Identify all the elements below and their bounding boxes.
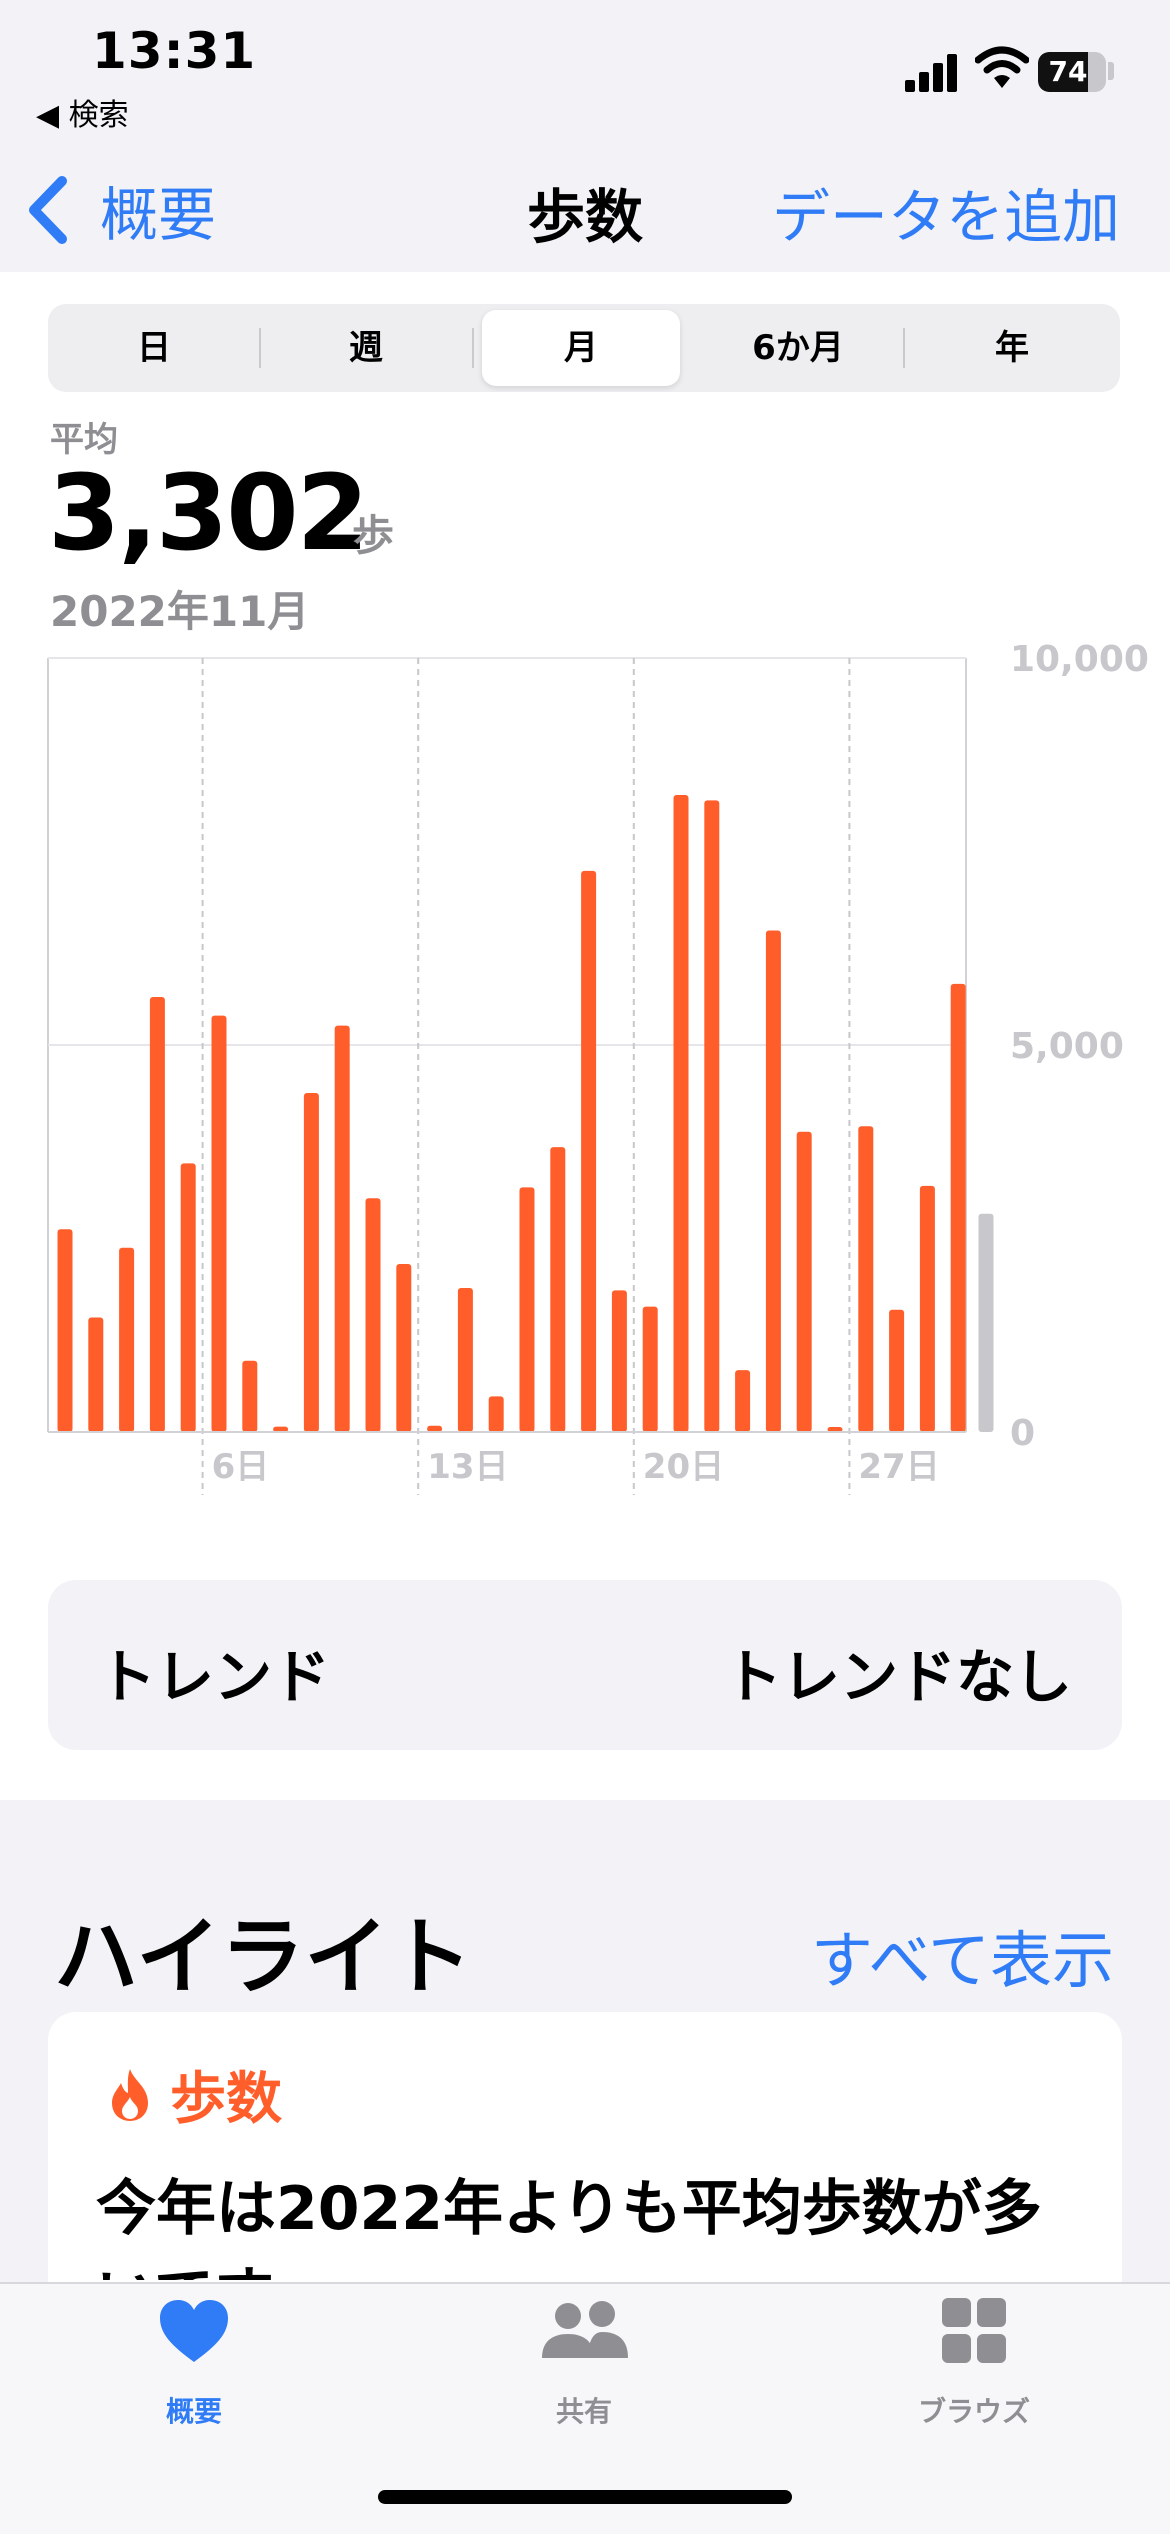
chart-x-tick-label: 6日 <box>212 1447 270 1487</box>
chart-bar <box>242 1360 258 1432</box>
tab-sharing-label: 共有 <box>555 2395 612 2428</box>
status-time: 13:31 <box>92 22 257 80</box>
show-all-button[interactable]: すべて表示 <box>811 1910 1114 2000</box>
chart-y-tick-label: 0 <box>1010 1413 1035 1454</box>
navigation-bar: 概要 歩数 データを追加 <box>0 140 1170 272</box>
grid-icon <box>942 2298 1006 2363</box>
highlight-text: 今年は2022年よりも平均歩数が多いです <box>96 2174 1042 2280</box>
average-unit: 歩 <box>352 511 395 560</box>
flame-icon <box>112 2068 148 2121</box>
chart-bar <box>119 1247 135 1432</box>
battery-level: 74 <box>1048 55 1088 88</box>
chart-bar <box>611 1290 627 1432</box>
chart-bar <box>581 870 597 1432</box>
chart-x-tick-label: 20日 <box>643 1447 724 1487</box>
tab-summary-label: 概要 <box>165 2395 222 2428</box>
time-range-segmented-control: 日 週 月 6か月 年 <box>48 304 1120 392</box>
chart-y-tick-label: 10,000 <box>1010 640 1149 680</box>
chart-x-tick-label: 27日 <box>858 1447 939 1487</box>
chart-bar <box>180 1163 196 1432</box>
average-value: 3,302 <box>48 452 369 574</box>
chart-bar <box>858 1126 874 1432</box>
chart-bar <box>365 1198 381 1432</box>
segment-day[interactable]: 日 <box>54 310 254 386</box>
chart-bar <box>765 930 781 1432</box>
chart-bar <box>211 1015 227 1432</box>
chart-bar <box>88 1317 104 1432</box>
segment-six-months[interactable]: 6か月 <box>698 310 898 386</box>
people-icon <box>542 2301 628 2358</box>
wifi-icon <box>975 46 1029 88</box>
trend-label: トレンド <box>98 1643 331 1711</box>
cellular-signal-icon <box>905 50 961 92</box>
chart-bar <box>303 1092 319 1432</box>
chart-bar <box>950 983 966 1432</box>
chart-svg[interactable]: 10,000 5,000 0 6日 13日 20日 27日 <box>0 640 1170 1520</box>
home-indicator <box>378 2490 792 2504</box>
chart-bar-partial <box>978 1213 994 1432</box>
chart-bar <box>550 1147 566 1432</box>
back-to-app-link[interactable]: ◀ 検索 <box>36 90 129 134</box>
chart-bar <box>704 800 720 1432</box>
chart-bar <box>457 1288 473 1432</box>
heart-icon <box>160 2300 228 2362</box>
chart-bar <box>673 794 689 1432</box>
chart-y-tick-label: 5,000 <box>1010 1026 1124 1067</box>
chart-bar <box>334 1025 350 1432</box>
add-data-button[interactable]: データを追加 <box>772 170 1120 254</box>
highlight-category: 歩数 <box>108 2054 282 2135</box>
segment-divider <box>903 328 905 368</box>
segment-divider <box>259 328 261 368</box>
segment-month[interactable]: 月 <box>482 310 680 386</box>
chart-x-tick-label: 13日 <box>427 1447 508 1487</box>
chart-bar <box>796 1131 812 1432</box>
segment-week[interactable]: 週 <box>266 310 466 386</box>
highlights-title: ハイライト <box>54 1908 473 2006</box>
trend-value: トレンドなし <box>723 1643 1072 1711</box>
tab-browse-label: ブラウズ <box>917 2395 1030 2428</box>
segment-divider <box>472 328 474 368</box>
trend-row[interactable]: トレンド トレンドなし <box>48 1580 1122 1750</box>
chart-bar <box>919 1185 935 1432</box>
highlight-category-label: 歩数 <box>170 2067 282 2132</box>
steps-bar-chart[interactable]: 10,000 5,000 0 6日 13日 20日 27日 <box>0 640 1170 1520</box>
tab-sharing[interactable]: 共有 <box>434 2296 734 2436</box>
battery-cap <box>1108 62 1114 80</box>
tab-summary[interactable]: 概要 <box>44 2296 344 2436</box>
date-range-label: 2022年11月 <box>50 587 310 636</box>
chart-bar <box>488 1396 504 1432</box>
chart-bar <box>149 997 165 1432</box>
chart-bar <box>642 1306 658 1432</box>
chart-bar <box>889 1309 905 1432</box>
chart-bar <box>735 1370 751 1432</box>
segment-year[interactable]: 年 <box>912 310 1112 386</box>
battery-icon: 74 <box>1038 52 1106 92</box>
tab-browse[interactable]: ブラウズ <box>824 2296 1124 2436</box>
chart-bar <box>519 1187 535 1432</box>
chart-bar <box>396 1264 412 1432</box>
status-bar: 13:31 ◀ 検索 74 <box>0 0 1170 140</box>
chart-bar <box>57 1229 73 1432</box>
